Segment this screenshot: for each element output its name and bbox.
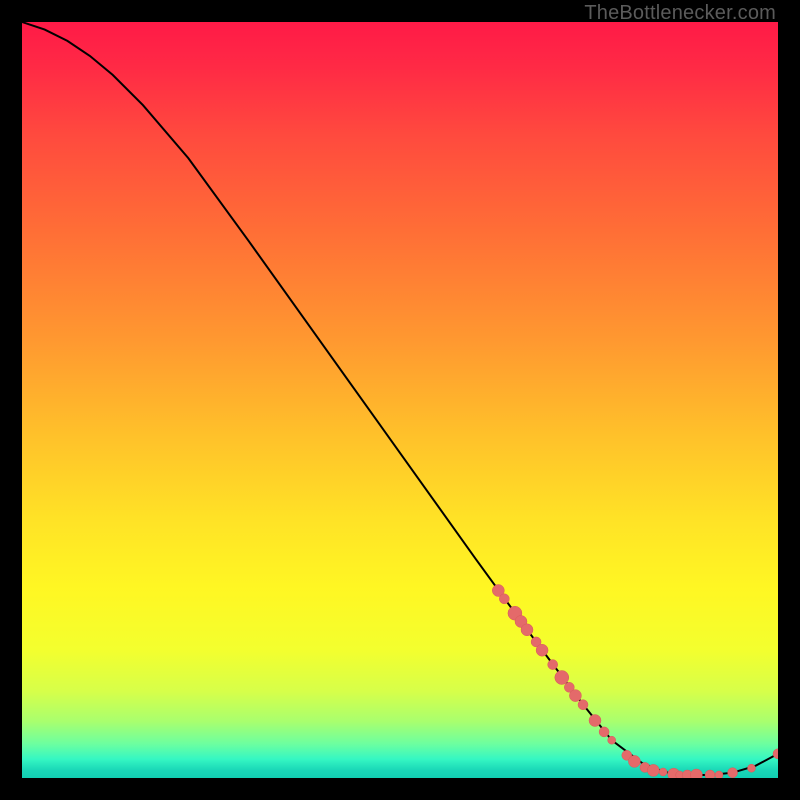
data-point [659,768,667,776]
chart-frame [22,22,778,778]
data-point [521,624,533,636]
data-point [589,715,601,727]
data-point [628,755,640,767]
data-point [728,768,738,778]
data-point [499,594,509,604]
data-point [705,770,715,778]
data-point [647,764,659,776]
data-point [608,736,616,744]
bottleneck-chart [22,22,778,778]
gradient-background [22,22,778,778]
data-point [748,764,756,772]
data-point [555,671,569,685]
data-point [599,727,609,737]
data-point [578,700,588,710]
data-point [715,771,723,778]
data-point [548,660,558,670]
data-point [569,690,581,702]
data-point [536,644,548,656]
